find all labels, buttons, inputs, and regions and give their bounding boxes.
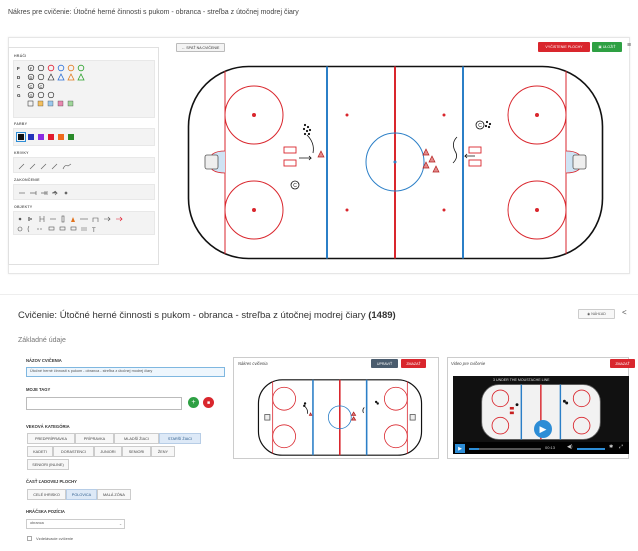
age-option[interactable]: PREDPRÍPRAVKA (27, 433, 75, 444)
ice-option[interactable]: CELÉ IHRISKO (27, 489, 66, 500)
delete-tag-button[interactable]: ■ (203, 397, 214, 408)
age-option[interactable]: PRÍPRAVKA (75, 433, 114, 444)
age-option[interactable]: SENIORI (122, 446, 151, 457)
exercise-title-text: Cvičenie: Útočné herné činnosti s pukom … (18, 310, 366, 321)
rink-symbol-c-left: C (293, 183, 297, 189)
save-label: ULOŽIŤ (602, 45, 616, 49)
exercise-title: Cvičenie: Útočné herné činnosti s pukom … (18, 310, 396, 321)
page-title: Nákres pre cvičenie: Útočné herné činnos… (8, 9, 299, 16)
name-label: NÁZOV CVIČENIA (26, 358, 62, 363)
svg-text:G: G (29, 93, 32, 98)
save-button[interactable]: ▣ ULOŽIŤ (592, 42, 622, 52)
video-panel-title: Video pre cvičenie (451, 361, 486, 366)
tags-input[interactable] (26, 397, 182, 410)
section-objects: OBJEKTY (14, 205, 33, 209)
fullscreen-icon[interactable]: ⤢ (619, 444, 623, 450)
colors-box (13, 128, 155, 146)
section-colors: FARBY (14, 122, 28, 126)
drawing-thumbnail[interactable] (250, 379, 430, 456)
svg-text:F: F (30, 66, 33, 71)
color-orange[interactable] (58, 134, 64, 140)
curves-box (13, 157, 155, 173)
ending-tools[interactable] (16, 188, 86, 198)
plus-icon: + (191, 399, 196, 406)
divider (0, 294, 638, 295)
row-label-c: C (17, 84, 21, 89)
curve-tools[interactable] (16, 161, 86, 171)
position-select[interactable]: obranca ⌄ (26, 519, 125, 529)
color-black[interactable] (16, 132, 26, 142)
video-player[interactable]: 3 UNDER THE MOUSTACHE LINE ▶ ▶ 00:13 ◀) … (453, 376, 629, 454)
video-time: 00:13 (545, 445, 556, 450)
svg-text:T: T (92, 228, 96, 234)
age-option[interactable]: JUNIORI (94, 446, 122, 457)
share-icon[interactable]: < (622, 308, 627, 317)
rink-canvas[interactable]: C C (187, 65, 604, 260)
eye-icon: ◉ (587, 312, 591, 316)
age-option[interactable]: ŽENY (151, 446, 175, 457)
name-input[interactable]: Útočné herné činnosti s pukom - obranca … (26, 367, 225, 377)
clear-board-button[interactable]: VYČISTENIE PLOCHY (538, 42, 590, 52)
trash-icon: ■ (206, 399, 211, 406)
section-endings: ZAKONČENIE (14, 178, 40, 182)
volume-slider[interactable] (577, 448, 605, 450)
delete-drawing-button[interactable]: ZMAZAŤ (401, 359, 426, 368)
delete-video-button[interactable]: ZMAZAŤ (610, 359, 635, 368)
menu-icon[interactable]: ≡ (627, 42, 631, 49)
row-label-g: G (17, 93, 21, 98)
volume-icon[interactable]: ◀) (567, 444, 573, 450)
play-icon[interactable]: ▶ (534, 420, 552, 438)
row-label-f: F (17, 66, 20, 71)
color-blue[interactable] (28, 134, 34, 140)
player-icons[interactable]: F D C C G (26, 64, 136, 112)
drawing-panel-title: Nákres cvičenia (238, 361, 268, 366)
video-title: 3 UNDER THE MOUSTACHE LINE (493, 378, 550, 382)
age-option[interactable]: SENIORI (INLINE) (27, 459, 69, 470)
players-box: F D C G F D C C G (13, 60, 155, 118)
education-label: Vzdelávacie cvičenie (36, 536, 74, 541)
play-button[interactable]: ▶ (455, 444, 465, 453)
tags-label: MOJE TAGY (26, 387, 51, 392)
ice-option-selected[interactable]: POLOVICA (66, 489, 97, 500)
row-label-d: D (17, 75, 21, 80)
section-curves: KRIVKY (14, 151, 29, 155)
endings-box (13, 184, 155, 200)
age-label: VEKOVÁ KATEGÓRIA (26, 424, 70, 429)
position-label: HRÁČSKA POZÍCIA (26, 509, 65, 514)
add-tag-button[interactable]: + (188, 397, 199, 408)
color-red[interactable] (48, 134, 54, 140)
tool-panel: HRÁČI F D C G F D C C G FARBY KRIVKY ZAK… (8, 47, 159, 265)
video-controls: ▶ 00:13 ◀) ✱ ⤢ (453, 442, 629, 454)
back-to-exercise-button[interactable]: ← SPÄŤ NA CVIČENIE (176, 43, 225, 52)
svg-text:C: C (30, 84, 33, 89)
objects-box: T (13, 211, 155, 235)
object-tools[interactable]: T (16, 214, 146, 234)
age-option[interactable]: MLADŠÍ ŽIACI (114, 433, 159, 444)
ice-label: ČASŤ ĽADOVEJ PLOCHY (26, 479, 77, 484)
exercise-id: (1489) (368, 310, 396, 321)
svg-text:D: D (30, 75, 33, 80)
ice-option[interactable]: MALÁ ZÓNA (97, 489, 131, 500)
color-green[interactable] (68, 134, 74, 140)
education-checkbox[interactable] (27, 536, 32, 541)
age-option-selected[interactable]: STARŠÍ ŽIACI (159, 433, 201, 444)
section-subtitle: Základné údaje (18, 337, 66, 344)
position-value: obranca (30, 521, 44, 525)
preview-label: NÁHĽAD (591, 312, 606, 316)
age-option[interactable]: KADETI (27, 446, 53, 457)
color-purple[interactable] (38, 134, 44, 140)
seek-bar[interactable] (469, 448, 541, 450)
svg-text:C: C (40, 84, 43, 89)
age-option[interactable]: DORASTENCI (53, 446, 94, 457)
settings-icon[interactable]: ✱ (609, 444, 613, 450)
chevron-down-icon: ⌄ (118, 522, 122, 526)
section-players: HRÁČI (14, 54, 27, 58)
edit-drawing-button[interactable]: UPRAVIŤ (371, 359, 398, 368)
save-icon: ▣ (598, 45, 602, 49)
preview-button[interactable]: ◉ NÁHĽAD (578, 309, 615, 319)
rink-symbol-c-right: C (478, 123, 482, 129)
